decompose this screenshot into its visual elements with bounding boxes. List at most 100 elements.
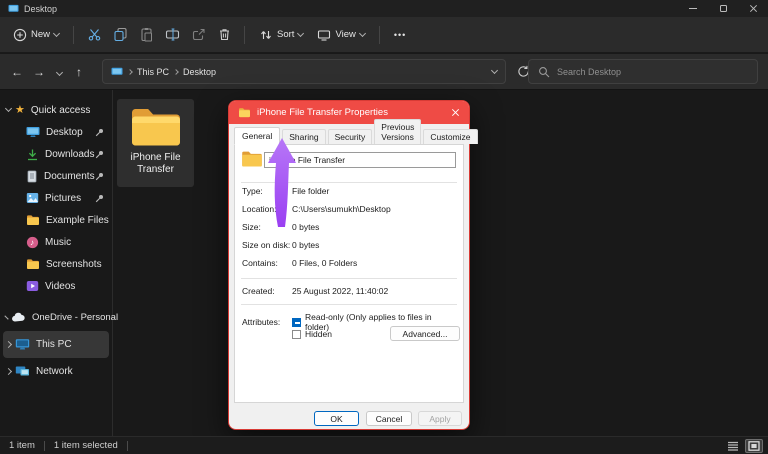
download-icon <box>28 149 37 160</box>
rename-icon <box>165 28 179 41</box>
titlebar: Desktop <box>0 0 768 17</box>
large-icons-view-button[interactable] <box>745 439 763 453</box>
breadcrumb-this-pc[interactable]: This PC <box>137 67 169 77</box>
onedrive-cloud-icon <box>12 312 25 322</box>
details-view-button[interactable] <box>724 439 742 453</box>
sort-button[interactable]: Sort <box>252 24 310 46</box>
sidebar-item-label: Pictures <box>45 192 82 204</box>
trash-icon <box>219 29 229 41</box>
more-options-button[interactable]: ••• <box>387 26 413 44</box>
close-icon <box>451 108 460 117</box>
sort-button-label: Sort <box>277 29 295 40</box>
sidebar-item-screenshots[interactable]: Screenshots <box>0 253 112 275</box>
property-value: 25 August 2022, 11:40:02 <box>292 286 389 296</box>
property-row-contains: Contains: 0 Files, 0 Folders <box>242 258 457 268</box>
svg-text:♪: ♪ <box>30 238 34 247</box>
sidebar-item-quick-access[interactable]: ★ Quick access <box>0 99 112 121</box>
address-dropdown-icon[interactable] <box>490 66 499 74</box>
minimize-button[interactable] <box>678 1 708 16</box>
property-value: 0 Files, 0 Folders <box>292 258 358 268</box>
collapsed-chevron-icon[interactable] <box>4 367 13 376</box>
hidden-label: Hidden <box>305 329 332 339</box>
pin-icon <box>95 194 103 202</box>
maximize-button[interactable] <box>708 1 738 16</box>
delete-button[interactable] <box>211 22 237 48</box>
tab-customize[interactable]: Customize <box>423 129 478 144</box>
folder-tile-selected[interactable]: iPhone File Transfer <box>117 99 194 187</box>
separator <box>241 278 457 279</box>
maximize-icon <box>719 5 727 12</box>
more-options-icon: ••• <box>393 29 407 40</box>
up-button[interactable]: ↑ <box>68 65 90 79</box>
advanced-button[interactable]: Advanced... <box>390 326 460 341</box>
address-box[interactable]: This PC Desktop <box>102 59 506 84</box>
search-icon <box>539 66 550 77</box>
rename-button[interactable] <box>159 22 185 48</box>
sidebar-item-this-pc[interactable]: This PC <box>3 331 109 358</box>
view-button-label: View <box>335 29 356 40</box>
tab-security[interactable]: Security <box>327 129 373 144</box>
sidebar-item-music[interactable]: ♪ Music <box>0 231 112 253</box>
copy-button[interactable] <box>107 22 133 48</box>
expand-chevron-icon[interactable] <box>4 104 13 113</box>
item-count: 1 item <box>9 440 35 451</box>
back-button[interactable]: ← <box>6 65 28 79</box>
sidebar-item-label: Quick access <box>30 104 91 116</box>
toolbar-divider <box>73 25 75 44</box>
sidebar-item-onedrive[interactable]: OneDrive - Personal <box>0 304 118 331</box>
close-button[interactable] <box>738 1 768 16</box>
view-button[interactable]: View <box>310 24 371 46</box>
sidebar-item-label: Downloads <box>45 148 95 160</box>
cut-icon <box>88 29 100 41</box>
details-view-icon <box>728 441 738 451</box>
paste-button[interactable] <box>133 22 159 48</box>
hidden-checkbox[interactable] <box>292 329 301 339</box>
breadcrumb-chevron-icon <box>127 68 133 75</box>
sidebar-item-network[interactable]: Network <box>0 358 112 385</box>
sidebar-item-label: Network <box>36 366 73 377</box>
breadcrumb-desktop[interactable]: Desktop <box>183 67 216 77</box>
dialog-titlebar[interactable]: iPhone File Transfer Properties <box>229 101 469 124</box>
copy-icon <box>113 27 127 42</box>
cut-button[interactable] <box>81 22 107 48</box>
address-bar-row: ← → ↑ This PC Desktop Search Desktop <box>0 54 768 90</box>
sidebar: ★ Quick access Desktop Downloads Documen… <box>0 90 118 436</box>
sidebar-item-documents[interactable]: Documents <box>0 165 112 187</box>
explorer-window: Desktop New Sort View ••• ← → ↑ This PC … <box>0 0 768 454</box>
sidebar-item-videos[interactable]: Videos <box>0 275 112 297</box>
star-icon: ★ <box>15 103 25 116</box>
document-icon <box>27 170 37 182</box>
chevron-down-icon <box>55 68 63 76</box>
tab-previous-versions[interactable]: Previous Versions <box>374 119 422 144</box>
window-tab-title: Desktop <box>24 3 58 14</box>
recent-locations-button[interactable] <box>50 67 68 77</box>
readonly-checkbox[interactable] <box>292 317 301 327</box>
share-button[interactable] <box>185 22 211 48</box>
this-pc-icon <box>15 339 30 350</box>
collapsed-chevron-icon[interactable] <box>4 340 13 349</box>
video-icon <box>26 281 39 291</box>
sidebar-item-downloads[interactable]: Downloads <box>0 143 112 165</box>
new-button[interactable]: New <box>6 24 66 46</box>
command-bar: New Sort View ••• <box>0 17 768 53</box>
apply-button[interactable]: Apply <box>418 411 462 426</box>
search-input[interactable]: Search Desktop <box>528 59 758 84</box>
annotation-arrow-to-sharing-tab <box>268 138 296 227</box>
dialog-close-button[interactable] <box>451 108 460 117</box>
sidebar-item-label: Videos <box>45 280 76 292</box>
toolbar-divider <box>378 25 380 44</box>
collapsed-chevron-icon[interactable] <box>4 315 9 320</box>
chevron-down-icon <box>358 29 366 37</box>
sidebar-item-example-files[interactable]: Example Files <box>0 209 112 231</box>
sidebar-item-pictures[interactable]: Pictures <box>0 187 112 209</box>
cancel-button[interactable]: Cancel <box>366 411 412 426</box>
property-label: Size on disk: <box>242 240 291 250</box>
forward-button[interactable]: → <box>28 65 50 79</box>
status-divider <box>126 440 128 451</box>
chevron-down-icon <box>52 29 61 37</box>
sidebar-item-desktop[interactable]: Desktop <box>0 121 112 143</box>
desktop-location-icon <box>111 67 123 75</box>
new-button-label: New <box>31 29 51 40</box>
ok-button[interactable]: OK <box>314 411 359 426</box>
sort-icon <box>261 30 271 39</box>
